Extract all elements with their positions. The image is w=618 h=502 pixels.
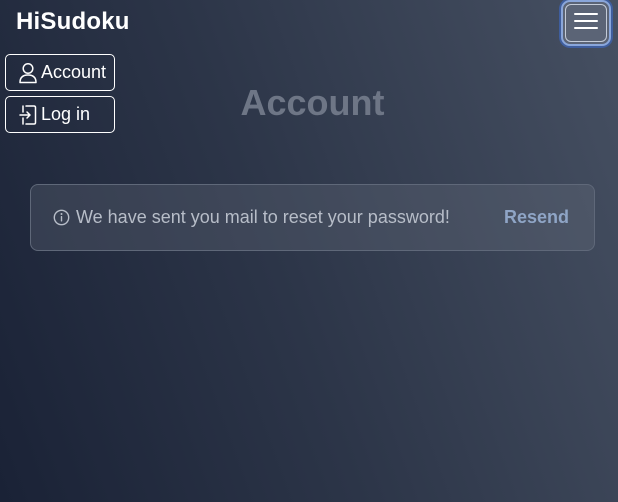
nav-account-label: Account (41, 62, 107, 82)
user-icon (18, 62, 38, 84)
info-icon (53, 209, 70, 226)
brand-logo[interactable]: HiSudoku (16, 8, 130, 36)
page-title: Account (240, 82, 385, 123)
password-reset-alert: We have sent you mail to reset your pass… (30, 184, 595, 251)
hamburger-menu-icon (574, 11, 598, 36)
alert-message: We have sent you mail to reset your pass… (76, 207, 450, 227)
resend-link[interactable]: Resend (504, 207, 569, 228)
menu-toggle-button[interactable] (561, 0, 611, 46)
